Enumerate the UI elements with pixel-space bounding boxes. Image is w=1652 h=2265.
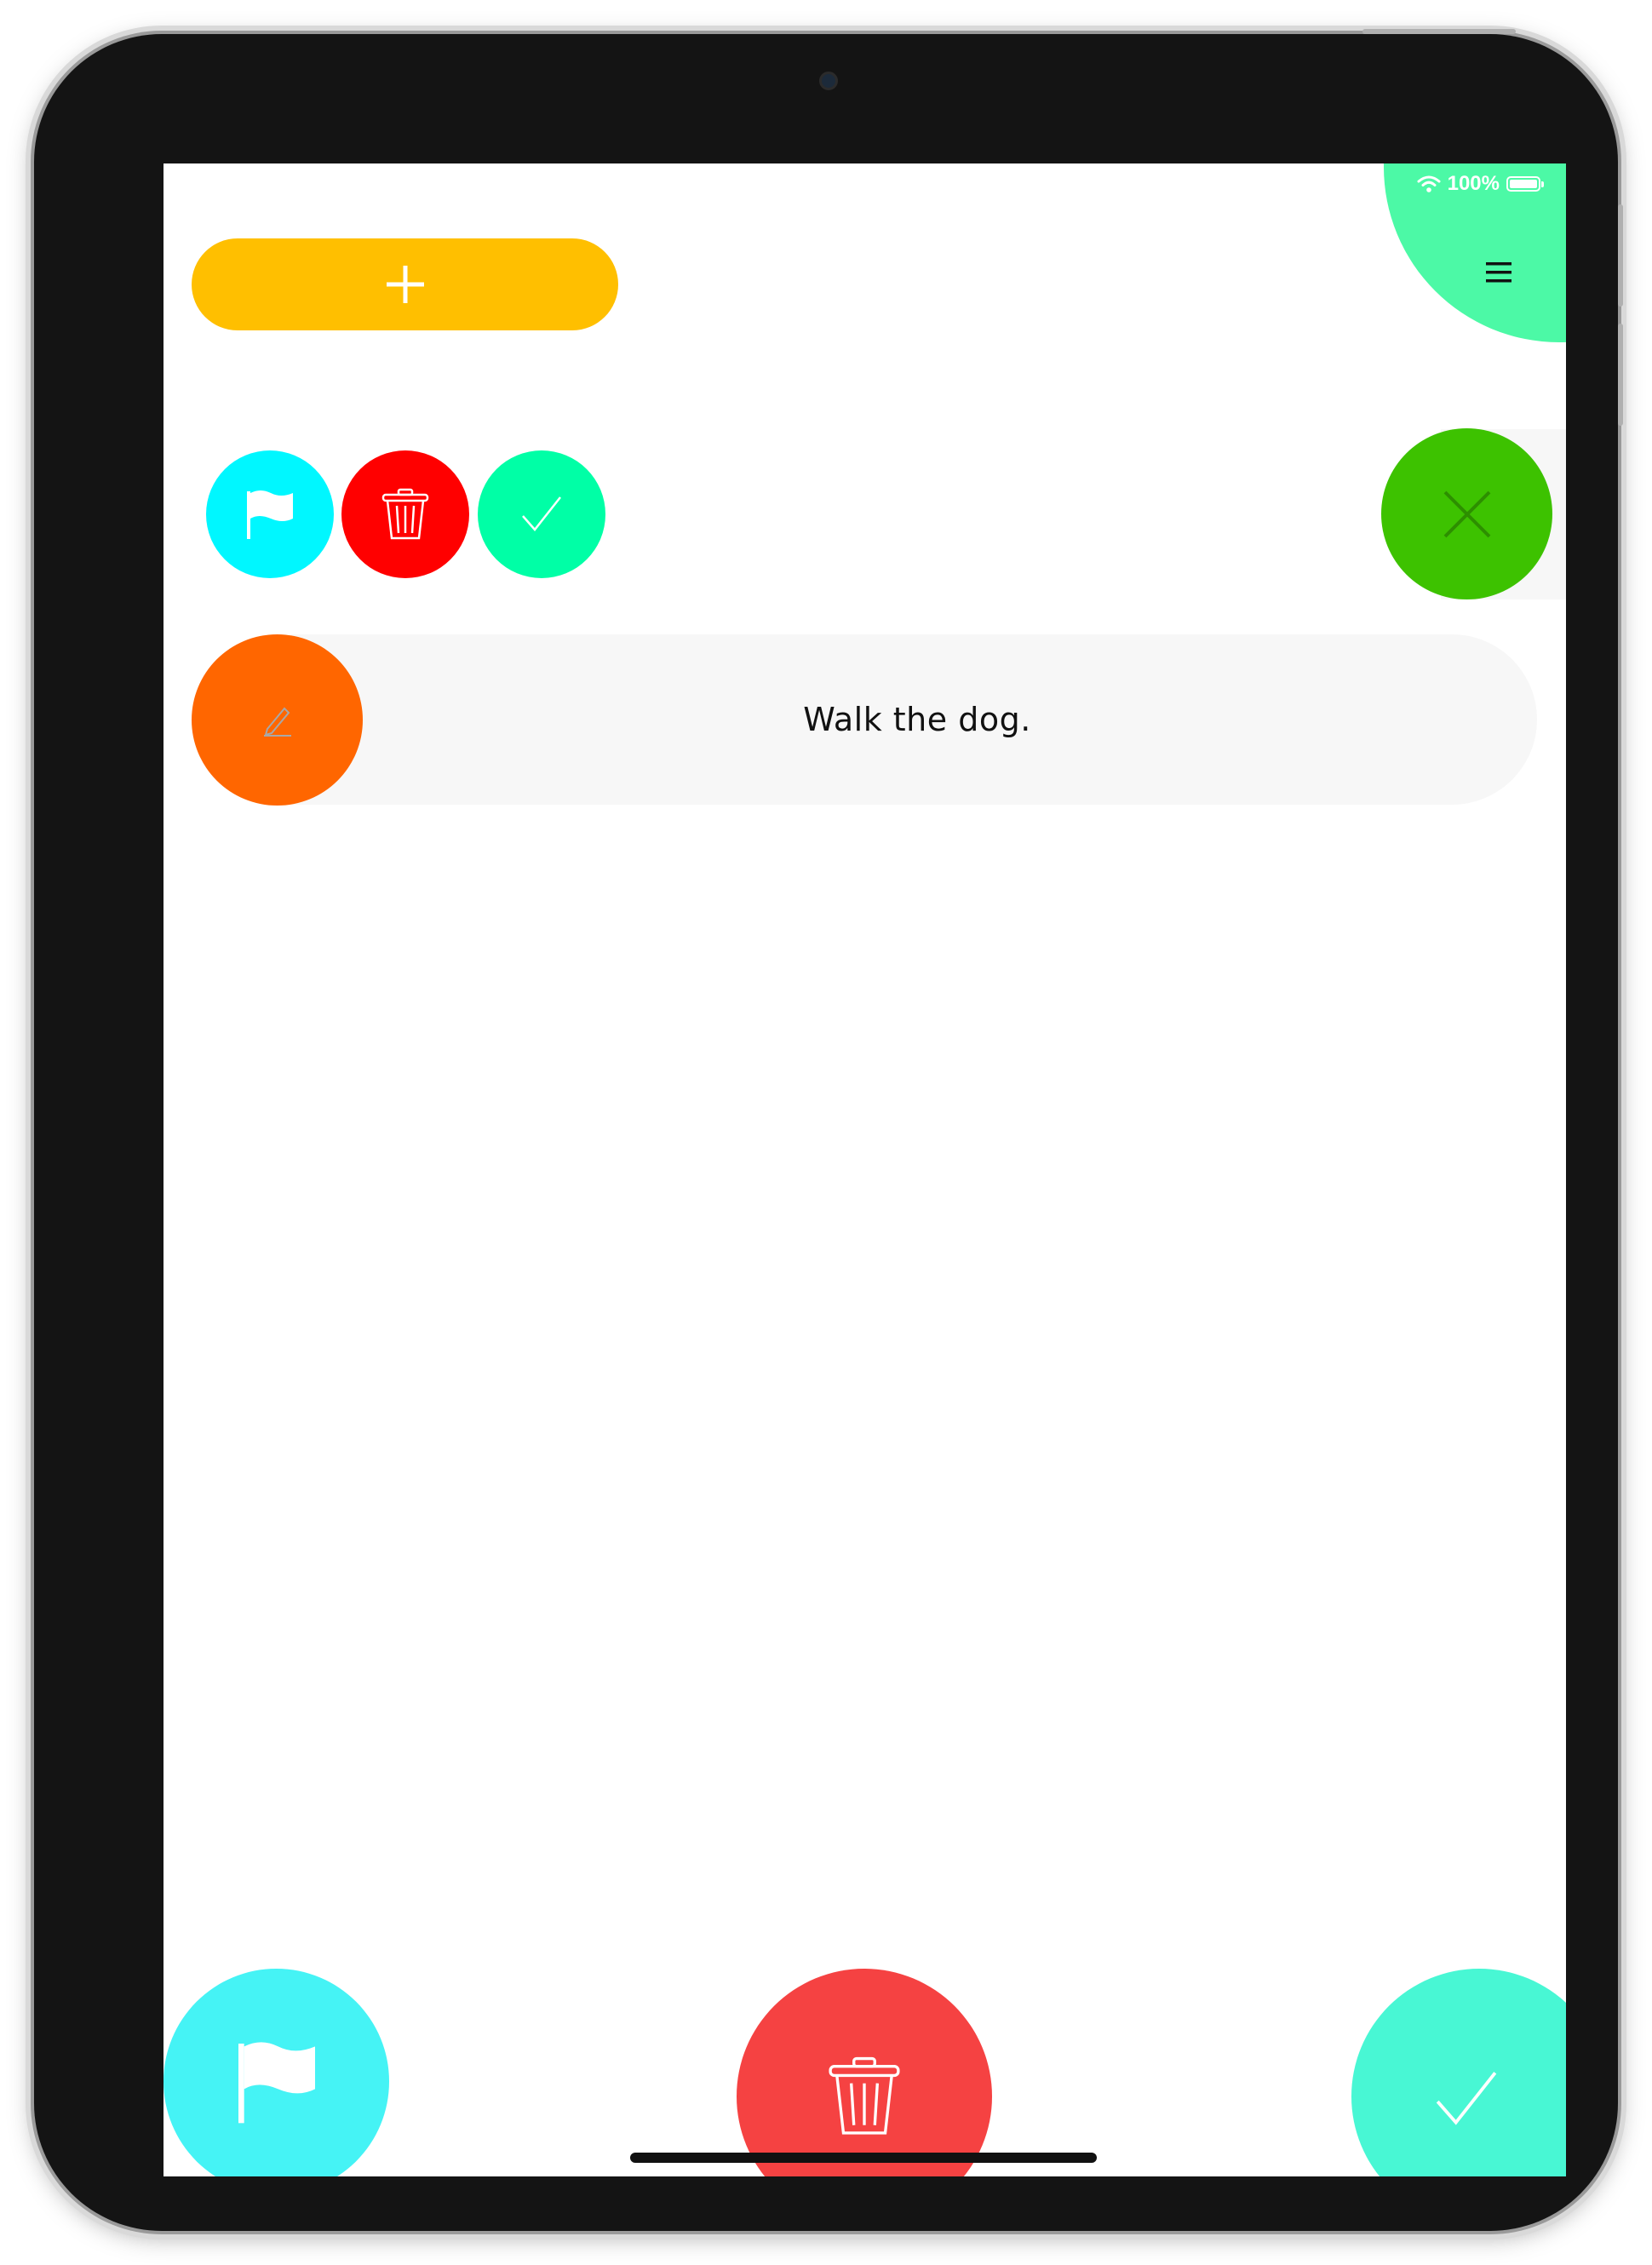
wifi-icon (1417, 175, 1441, 192)
add-task-button[interactable] (192, 238, 618, 330)
front-camera (819, 72, 838, 90)
plus-icon (386, 266, 424, 303)
delete-button[interactable] (341, 450, 469, 578)
close-button[interactable] (1381, 428, 1552, 599)
close-icon (1443, 490, 1490, 537)
status-bar: 100% (1417, 172, 1544, 196)
task-text: Walk the dog. (803, 701, 1031, 738)
complete-button[interactable] (478, 450, 605, 578)
flag-button[interactable] (206, 450, 334, 578)
battery-icon (1506, 176, 1544, 192)
volume-down-button (1618, 324, 1623, 426)
checkmark-icon (522, 496, 561, 531)
pencil-icon (263, 707, 291, 737)
flag-icon (238, 2041, 315, 2123)
ipad-frame: 100% Walk the dog. (34, 29, 1623, 2231)
volume-up-button (1618, 204, 1623, 307)
home-indicator[interactable] (630, 2153, 1097, 2163)
flag-icon (247, 490, 293, 539)
battery-percent: 100% (1447, 172, 1500, 195)
edit-button[interactable] (192, 634, 363, 806)
app-screen: 100% Walk the dog. (163, 163, 1566, 2176)
check-large-button[interactable] (1351, 1969, 1566, 2176)
trash-large-button[interactable] (737, 1969, 992, 2176)
checkmark-icon (1436, 2072, 1497, 2125)
trash-icon (381, 488, 429, 540)
flag-large-button[interactable] (163, 1969, 389, 2176)
hamburger-icon (1486, 262, 1511, 283)
trash-icon (829, 2056, 900, 2135)
top-button (1362, 29, 1516, 34)
menu-button[interactable] (1475, 249, 1523, 296)
